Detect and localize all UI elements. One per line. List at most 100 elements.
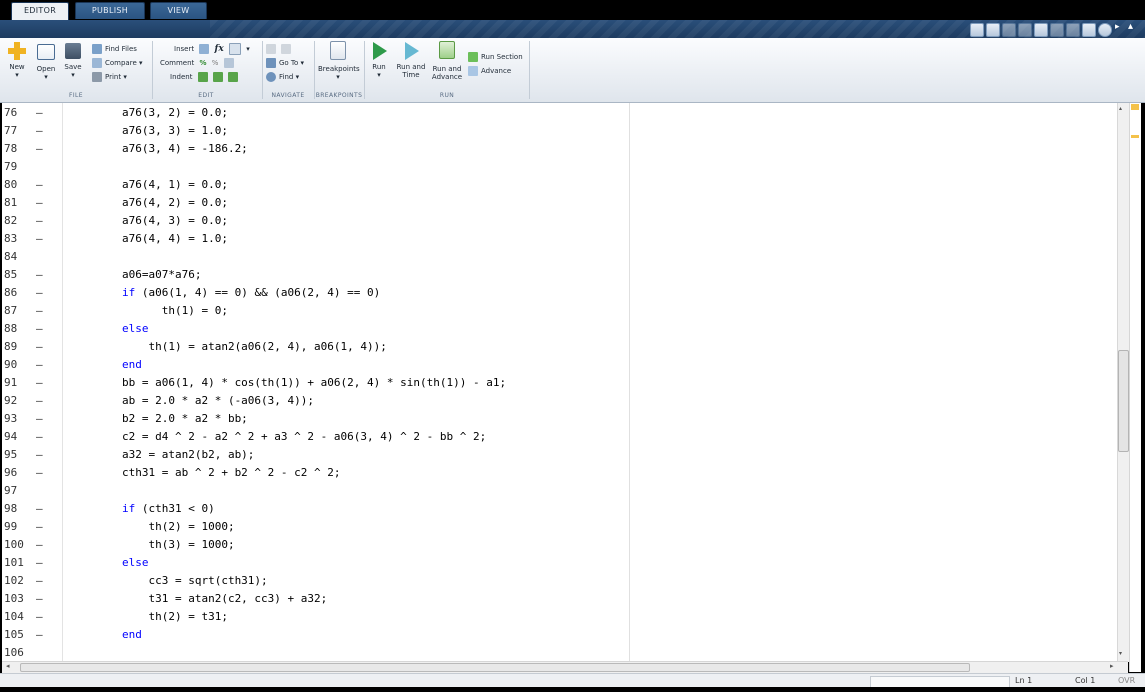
- quick-access-redo-icon[interactable]: [1066, 23, 1080, 37]
- code-line[interactable]: a76(3, 2) = 0.0;: [69, 104, 1128, 122]
- code-line[interactable]: cc3 = sqrt(cth31);: [69, 572, 1128, 590]
- tab-publish[interactable]: PUBLISH: [75, 2, 145, 19]
- code-line[interactable]: a32 = atan2(b2, ab);: [69, 446, 1128, 464]
- code-line[interactable]: if (a06(1, 4) == 0) && (a06(2, 4) == 0): [69, 284, 1128, 302]
- breakpoint-dash[interactable]: —: [36, 572, 43, 590]
- line-number[interactable]: 92 —: [2, 392, 62, 410]
- breakpoint-dash[interactable]: —: [36, 140, 43, 158]
- advance-button[interactable]: Advance: [468, 65, 511, 77]
- code-line[interactable]: if (cth31 < 0): [69, 500, 1128, 518]
- line-number[interactable]: 105 —: [2, 626, 62, 644]
- line-number[interactable]: 99 —: [2, 518, 62, 536]
- code-line[interactable]: else: [69, 554, 1128, 572]
- line-number[interactable]: 97: [2, 482, 62, 500]
- line-number[interactable]: 90 —: [2, 356, 62, 374]
- minimize-ribbon-icon[interactable]: ▴: [1128, 21, 1133, 32]
- breakpoint-dash[interactable]: —: [36, 266, 43, 284]
- code-line[interactable]: a76(4, 3) = 0.0;: [69, 212, 1128, 230]
- code-line[interactable]: a76(4, 1) = 0.0;: [69, 176, 1128, 194]
- line-number[interactable]: 95 —: [2, 446, 62, 464]
- tab-view[interactable]: VIEW: [150, 2, 207, 19]
- line-number[interactable]: 89 —: [2, 338, 62, 356]
- line-number[interactable]: 103 —: [2, 590, 62, 608]
- quick-access-cut-icon[interactable]: [1002, 23, 1016, 37]
- line-number[interactable]: 96 —: [2, 464, 62, 482]
- breakpoint-dash[interactable]: —: [36, 518, 43, 536]
- line-number[interactable]: 80 —: [2, 176, 62, 194]
- line-number[interactable]: 94 —: [2, 428, 62, 446]
- code-line[interactable]: b2 = 2.0 * a2 * bb;: [69, 410, 1128, 428]
- insert-button[interactable]: Insert fx ▾: [174, 43, 250, 55]
- open-button[interactable]: Open ▾: [33, 41, 59, 81]
- find-button[interactable]: Find ▾: [266, 71, 299, 83]
- breakpoints-button[interactable]: Breakpoints ▾: [318, 41, 360, 81]
- code-line[interactable]: t31 = atan2(c2, cc3) + a32;: [69, 590, 1128, 608]
- code-line[interactable]: [69, 158, 1128, 176]
- line-number[interactable]: 106: [2, 644, 62, 662]
- run-and-advance-button[interactable]: Run and Advance: [430, 41, 464, 81]
- code-line[interactable]: cth31 = ab ^ 2 + b2 ^ 2 - c2 ^ 2;: [69, 464, 1128, 482]
- breakpoint-dash[interactable]: —: [36, 122, 43, 140]
- line-number[interactable]: 98 —: [2, 500, 62, 518]
- line-number[interactable]: 100 —: [2, 536, 62, 554]
- code-line[interactable]: a76(4, 4) = 1.0;: [69, 230, 1128, 248]
- chevron-right-icon[interactable]: ▸: [1115, 22, 1120, 32]
- line-number[interactable]: 78 —: [2, 140, 62, 158]
- code-line[interactable]: a76(3, 3) = 1.0;: [69, 122, 1128, 140]
- analyzer-status-indicator[interactable]: [1131, 104, 1139, 110]
- run-button[interactable]: Run ▾: [366, 41, 392, 79]
- code-line[interactable]: [69, 482, 1128, 500]
- breakpoint-dash[interactable]: —: [36, 356, 43, 374]
- comment-button[interactable]: Comment % %: [160, 57, 237, 69]
- code-line[interactable]: end: [69, 356, 1128, 374]
- quick-access-switch-windows-icon[interactable]: [1082, 23, 1096, 37]
- breakpoint-dash[interactable]: —: [36, 446, 43, 464]
- breakpoint-dash[interactable]: —: [36, 536, 43, 554]
- line-number[interactable]: 102 —: [2, 572, 62, 590]
- scroll-up-arrow-icon[interactable]: ▴: [1119, 105, 1122, 112]
- run-and-time-button[interactable]: Run and Time: [396, 41, 426, 79]
- breakpoint-dash[interactable]: —: [36, 590, 43, 608]
- code-line[interactable]: ab = 2.0 * a2 * (-a06(3, 4));: [69, 392, 1128, 410]
- run-section-button[interactable]: Run Section: [468, 51, 523, 63]
- horizontal-scroll-thumb[interactable]: [20, 663, 970, 672]
- scroll-right-arrow-icon[interactable]: ▸: [1110, 662, 1114, 670]
- code-line[interactable]: end: [69, 626, 1128, 644]
- code-line[interactable]: bb = a06(1, 4) * cos(th(1)) + a06(2, 4) …: [69, 374, 1128, 392]
- code-line[interactable]: [69, 644, 1128, 662]
- breakpoint-dash[interactable]: —: [36, 320, 43, 338]
- breakpoint-dash[interactable]: —: [36, 104, 43, 122]
- goto-button[interactable]: Go To ▾: [266, 57, 304, 69]
- line-number[interactable]: 84: [2, 248, 62, 266]
- line-number[interactable]: 86 —: [2, 284, 62, 302]
- print-button[interactable]: Print ▾: [92, 71, 127, 83]
- breakpoint-dash[interactable]: —: [36, 428, 43, 446]
- warning-marker[interactable]: [1131, 135, 1139, 138]
- new-button[interactable]: New ▾: [4, 41, 30, 79]
- quick-access-save-icon[interactable]: [986, 23, 1000, 37]
- code-line[interactable]: th(3) = 1000;: [69, 536, 1128, 554]
- compare-button[interactable]: Compare ▾: [92, 57, 143, 69]
- code-line[interactable]: a76(3, 4) = -186.2;: [69, 140, 1128, 158]
- breakpoint-dash[interactable]: —: [36, 194, 43, 212]
- line-number[interactable]: 93 —: [2, 410, 62, 428]
- breakpoint-dash[interactable]: —: [36, 464, 43, 482]
- indent-button[interactable]: Indent: [170, 71, 241, 83]
- line-number[interactable]: 88 —: [2, 320, 62, 338]
- scroll-down-arrow-icon[interactable]: ▾: [1119, 650, 1122, 657]
- breakpoint-dash[interactable]: —: [36, 302, 43, 320]
- code-line[interactable]: c2 = d4 ^ 2 - a2 ^ 2 + a3 ^ 2 - a06(3, 4…: [69, 428, 1128, 446]
- breakpoint-dash[interactable]: —: [36, 608, 43, 626]
- back-forward-buttons[interactable]: [266, 43, 294, 55]
- breakpoint-dash[interactable]: —: [36, 284, 43, 302]
- code-line[interactable]: th(2) = t31;: [69, 608, 1128, 626]
- line-number[interactable]: 91 —: [2, 374, 62, 392]
- line-number[interactable]: 79: [2, 158, 62, 176]
- code-line[interactable]: th(2) = 1000;: [69, 518, 1128, 536]
- line-number[interactable]: 82 —: [2, 212, 62, 230]
- line-number[interactable]: 85 —: [2, 266, 62, 284]
- vertical-scroll-thumb[interactable]: [1118, 350, 1129, 452]
- breakpoint-dash[interactable]: —: [36, 230, 43, 248]
- quick-access-paste-icon[interactable]: [1034, 23, 1048, 37]
- scroll-left-arrow-icon[interactable]: ◂: [6, 662, 10, 670]
